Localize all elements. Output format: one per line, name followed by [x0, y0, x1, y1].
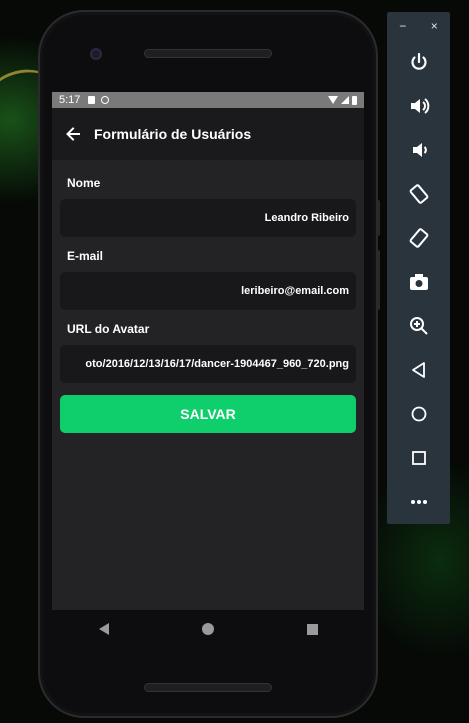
screenshot-button[interactable] [387, 260, 450, 304]
status-time: 5:17 [59, 94, 81, 106]
device-screen: 5:17 Formulário de Usuários Nome Leandro… [52, 92, 364, 610]
home-button[interactable] [387, 392, 450, 436]
volume-up-icon [410, 98, 429, 114]
arrow-back-icon[interactable] [66, 127, 80, 141]
emulator-window-controls: − × [387, 12, 450, 40]
battery-icon [352, 95, 357, 105]
minimize-button[interactable]: − [399, 19, 406, 33]
nav-back-icon[interactable] [98, 623, 109, 635]
page-title: Formulário de Usuários [94, 126, 252, 142]
email-label: E-mail [67, 249, 104, 263]
sd-card-icon [88, 96, 96, 104]
name-field[interactable]: Leandro Ribeiro [60, 199, 356, 237]
rotate-right-icon [409, 228, 428, 248]
app-bar: Formulário de Usuários [52, 108, 364, 160]
volume-down-icon [412, 143, 427, 157]
sync-icon [101, 96, 110, 104]
back-triangle-icon [411, 362, 425, 378]
avatar-url-value: oto/2016/12/13/16/17/dancer-1904467_960_… [85, 358, 349, 370]
emulator-toolbar: − × [387, 12, 450, 524]
save-button[interactable]: SALVAR [60, 395, 356, 433]
camera-icon [409, 274, 428, 290]
user-form: Nome Leandro Ribeiro E-mail leribeiro@em… [52, 160, 364, 433]
close-button[interactable]: × [431, 19, 438, 33]
nav-home-icon[interactable] [201, 623, 214, 635]
rotate-left-button[interactable] [387, 172, 450, 216]
phone-volume-button[interactable] [376, 250, 380, 310]
power-button[interactable] [387, 40, 450, 84]
zoom-button[interactable] [387, 304, 450, 348]
top-speaker [144, 49, 272, 58]
zoom-in-icon [409, 317, 428, 335]
home-circle-icon [411, 406, 426, 422]
front-camera [90, 48, 102, 60]
email-value: leribeiro@email.com [241, 285, 349, 297]
power-icon [410, 52, 427, 70]
status-bar: 5:17 [52, 92, 364, 108]
overview-square-icon [411, 451, 426, 465]
rotate-right-button[interactable] [387, 216, 450, 260]
avatar-url-field[interactable]: oto/2016/12/13/16/17/dancer-1904467_960_… [60, 345, 356, 383]
back-button[interactable] [387, 348, 450, 392]
nav-recents-icon[interactable] [306, 623, 318, 635]
name-value: Leandro Ribeiro [264, 212, 349, 224]
volume-up-button[interactable] [387, 84, 450, 128]
avatar-url-label: URL do Avatar [67, 322, 150, 336]
overview-button[interactable] [387, 436, 450, 480]
more-dots-icon [410, 500, 427, 504]
android-nav-bar [52, 612, 364, 646]
email-field[interactable]: leribeiro@email.com [60, 272, 356, 310]
bottom-speaker [144, 683, 272, 692]
signal-icon [341, 96, 349, 104]
volume-down-button[interactable] [387, 128, 450, 172]
more-button[interactable] [387, 480, 450, 524]
rotate-left-icon [409, 184, 428, 204]
wifi-icon [328, 96, 338, 104]
phone-power-button[interactable] [376, 200, 380, 236]
name-label: Nome [67, 176, 101, 190]
